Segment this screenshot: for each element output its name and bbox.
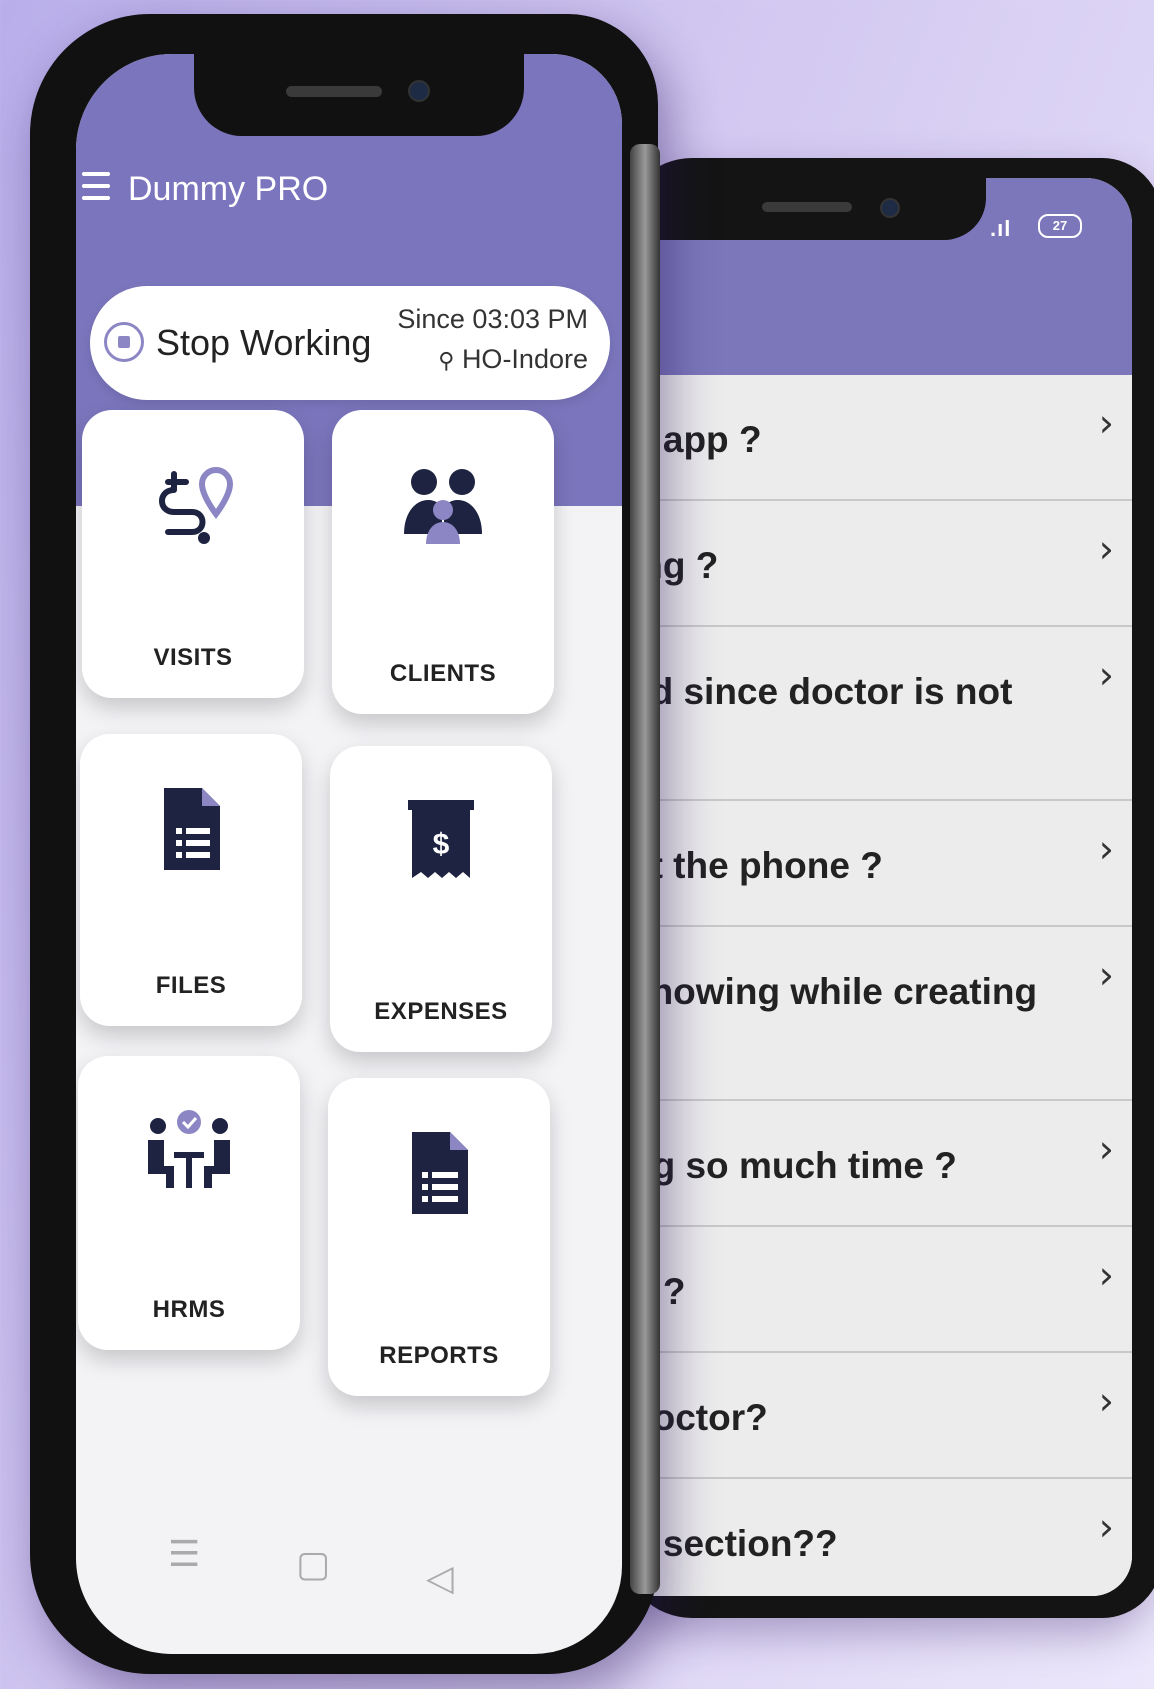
work-status-card: Stop Working Since 03:03 PM ⚲ HO-Indore xyxy=(90,286,610,400)
chevron-right-icon: › xyxy=(1098,527,1114,571)
dashboard-screen: Dummy PRO Stop Working Since 03:03 PM ⚲ … xyxy=(76,54,622,1654)
battery-icon: 27 xyxy=(1038,214,1082,238)
tile-visits[interactable]: VISITS xyxy=(82,410,304,698)
back-icon[interactable]: ◁ xyxy=(426,1558,454,1599)
front-camera xyxy=(880,198,900,218)
system-nav-bar: ☰ ▢ ◁ xyxy=(76,1514,622,1599)
faq-question: d section?? xyxy=(638,1523,838,1564)
tile-expenses[interactable]: $ EXPENSES xyxy=(330,746,552,1052)
faq-list: n app ? › ing ? › ed since doctor is not › … xyxy=(638,375,1132,1596)
tile-hrms[interactable]: HRMS xyxy=(78,1056,300,1350)
chevron-right-icon: › xyxy=(1098,1127,1114,1171)
faq-item[interactable]: doctor? › xyxy=(638,1353,1132,1479)
home-icon[interactable]: ▢ xyxy=(296,1544,330,1585)
report-document-icon xyxy=(412,1132,468,1214)
document-icon xyxy=(164,788,220,870)
faq-item[interactable]: n app ? › xyxy=(638,375,1132,501)
chevron-right-icon: › xyxy=(1098,1505,1114,1549)
app-title: Dummy PRO xyxy=(128,170,329,208)
svg-text:$: $ xyxy=(433,828,450,861)
location-text: HO-Indore xyxy=(461,344,588,374)
tile-label: HRMS xyxy=(152,1296,226,1323)
chevron-right-icon: › xyxy=(1098,953,1114,997)
tile-label: EXPENSES xyxy=(374,998,508,1025)
tile-clients[interactable]: CLIENTS xyxy=(332,410,554,714)
stop-icon[interactable] xyxy=(104,322,144,362)
tile-label: REPORTS xyxy=(379,1342,499,1369)
phone-notch xyxy=(194,54,524,136)
location-label: ⚲ HO-Indore xyxy=(438,344,588,375)
faq-question: ed since doctor is not xyxy=(638,671,1013,712)
faq-item[interactable]: at the phone ? › xyxy=(638,801,1132,927)
stop-working-button[interactable]: Stop Working xyxy=(156,322,371,364)
hamburger-menu-icon[interactable] xyxy=(82,172,110,206)
tile-label: VISITS xyxy=(153,644,233,671)
speaker-grille xyxy=(762,202,852,212)
left-phone-frame: Dummy PRO Stop Working Since 03:03 PM ⚲ … xyxy=(30,14,660,1674)
chevron-right-icon: › xyxy=(1098,401,1114,445)
chevron-right-icon: › xyxy=(1098,827,1114,871)
faq-item[interactable]: d section?? › xyxy=(638,1479,1132,1596)
phone-side-edge xyxy=(630,144,660,1594)
faq-item[interactable]: ng so much time ? › xyxy=(638,1101,1132,1227)
faq-item[interactable]: showing while creating › xyxy=(638,927,1132,1101)
chevron-right-icon: › xyxy=(1098,1379,1114,1423)
faq-question: ng so much time ? xyxy=(638,1145,957,1186)
chevron-right-icon: › xyxy=(1098,1253,1114,1297)
speaker-grille xyxy=(286,86,382,97)
people-group-icon xyxy=(404,469,482,544)
faq-question: showing while creating xyxy=(638,971,1038,1012)
route-pin-icon xyxy=(159,466,234,544)
chevron-right-icon: › xyxy=(1098,653,1114,697)
faq-item[interactable]: n ?› xyxy=(638,1227,1132,1353)
tile-reports[interactable]: REPORTS xyxy=(328,1078,550,1396)
faq-screen: .ıl 27 n app ? › ing ? › ed since doctor i… xyxy=(638,178,1132,1596)
signal-icon: .ıl xyxy=(990,216,1012,241)
faq-item[interactable]: ing ? › xyxy=(638,501,1132,627)
location-pin-icon: ⚲ xyxy=(438,349,455,374)
receipt-dollar-icon: $ xyxy=(408,800,474,878)
hr-meeting-icon xyxy=(148,1110,230,1188)
phone-notch xyxy=(638,178,986,240)
tile-files[interactable]: FILES xyxy=(80,734,302,1026)
since-time: Since 03:03 PM xyxy=(397,304,588,334)
front-camera xyxy=(408,80,430,102)
tile-label: FILES xyxy=(155,972,227,999)
faq-item[interactable]: ed since doctor is not › xyxy=(638,627,1132,801)
tile-label: CLIENTS xyxy=(389,660,497,687)
faq-question: at the phone ? xyxy=(638,845,883,886)
recent-apps-icon[interactable]: ☰ xyxy=(168,1534,200,1575)
